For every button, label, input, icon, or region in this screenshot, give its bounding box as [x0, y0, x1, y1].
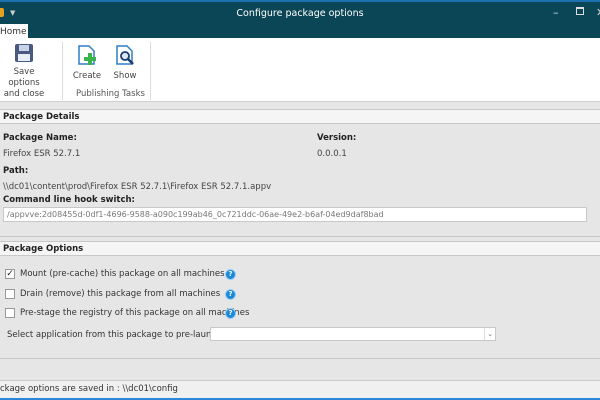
chevron-down-icon[interactable]: ⌄ [484, 328, 495, 340]
status-text: ckage options are saved in : \\dc01\conf… [0, 384, 178, 394]
create-button[interactable]: Create [72, 43, 102, 82]
maximize-icon[interactable] [576, 7, 584, 15]
status-bar: ckage options are saved in : \\dc01\conf… [0, 380, 600, 400]
minimize-icon[interactable]: – [553, 6, 559, 19]
save-label-line2: and close [3, 89, 45, 99]
create-label: Create [72, 71, 102, 81]
divider [0, 236, 600, 237]
window-title: Configure package options [236, 8, 364, 19]
divider [0, 358, 600, 359]
save-label-line1: Save options [8, 67, 40, 88]
show-button[interactable]: Show [110, 43, 140, 82]
help-icon[interactable]: ? [225, 289, 236, 300]
drain-checkbox-label: Drain (remove) this package from all mac… [20, 289, 221, 299]
package-options-header: Package Options [0, 241, 600, 256]
help-icon[interactable]: ? [225, 308, 236, 319]
prelaunch-app-select[interactable]: ⌄ [210, 327, 496, 341]
version-value: 0.0.0.1 [317, 149, 347, 159]
ribbon-separator [62, 42, 63, 100]
close-icon[interactable]: ✕ [596, 6, 600, 19]
help-icon[interactable]: ? [225, 269, 236, 280]
version-label: Version: [317, 133, 357, 143]
create-plus-icon [78, 45, 96, 65]
title-bar: ▼ Configure package options – ✕ Home [0, 0, 600, 41]
hook-switch-label: Command line hook switch: [3, 195, 135, 205]
ribbon: Save options and close Create Show Publi… [0, 38, 600, 102]
path-value: \\dc01\content\prod\Firefox ESR 52.7.1\F… [3, 182, 272, 192]
show-label: Show [113, 71, 137, 81]
save-options-and-close-button[interactable]: Save options and close [0, 43, 48, 100]
mount-checkbox[interactable]: ✓ [5, 269, 15, 279]
package-name-label: Package Name: [3, 133, 77, 143]
package-details-header: Package Details [0, 109, 600, 124]
save-disk-icon [15, 44, 33, 62]
publishing-tasks-group-label: Publishing Tasks [76, 89, 145, 99]
package-name-value: Firefox ESR 52.7.1 [3, 149, 81, 159]
prestage-registry-checkbox[interactable] [5, 308, 15, 318]
prestage-registry-checkbox-label: Pre-stage the registry of this package o… [20, 308, 250, 318]
path-label: Path: [3, 166, 29, 176]
show-magnifier-icon [116, 45, 134, 65]
mount-checkbox-label: Mount (pre-cache) this package on all ma… [20, 269, 225, 279]
hook-switch-field[interactable]: /appvve:2d08455d-0df1-4696-9588-a090c199… [3, 207, 587, 222]
prelaunch-label: Select application from this package to … [7, 330, 225, 340]
drain-checkbox[interactable] [5, 289, 15, 299]
ribbon-separator [150, 42, 151, 100]
